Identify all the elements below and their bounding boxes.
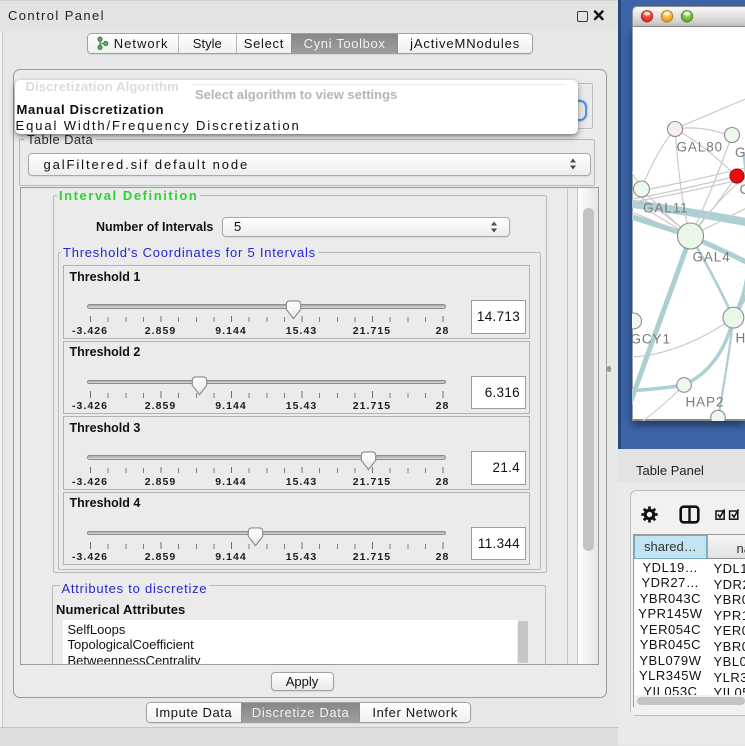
svg-text:GAL11: GAL11 (643, 201, 689, 216)
svg-text:HAP2: HAP2 (686, 395, 725, 410)
svg-text:GAL: GAL (735, 145, 745, 160)
svg-text:GAL80: GAL80 (677, 140, 724, 155)
svg-text:GAL4: GAL4 (693, 250, 731, 265)
svg-text:GCY1: GCY1 (632, 332, 671, 347)
svg-text:H: H (736, 331, 745, 346)
svg-text:CY: CY (740, 182, 745, 197)
